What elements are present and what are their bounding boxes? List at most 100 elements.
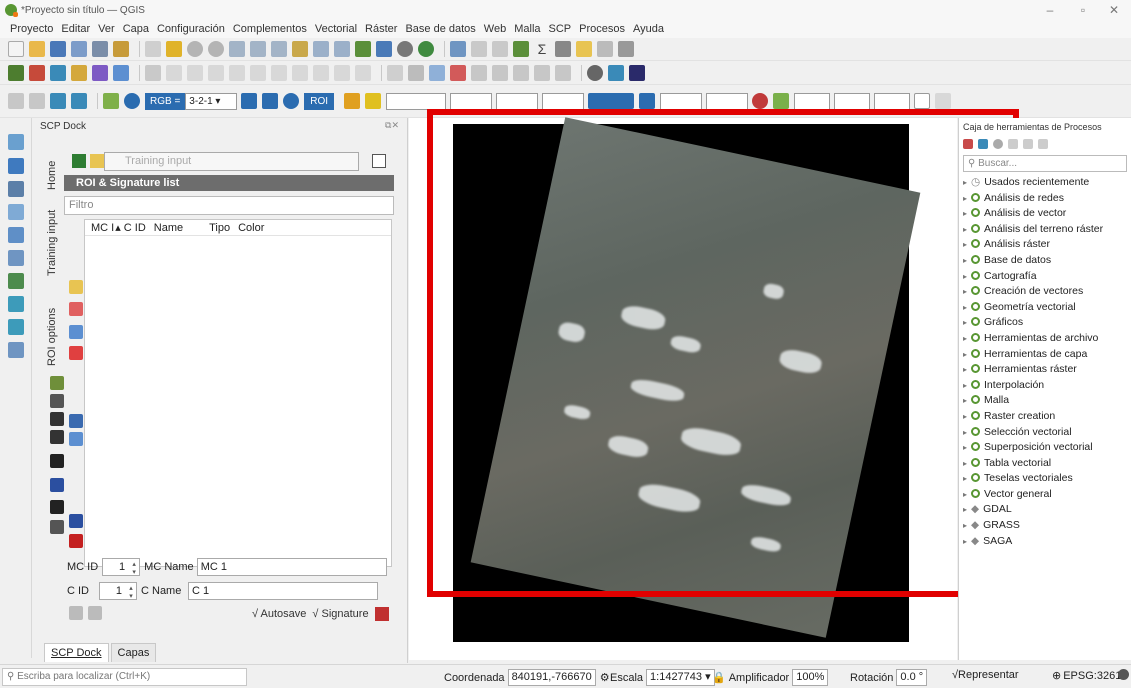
scp-redo-roi-icon[interactable] [365, 93, 382, 109]
add-spatialite-icon[interactable] [92, 64, 108, 81]
add-delimited-text-icon[interactable] [71, 64, 87, 81]
toolbox-item[interactable]: ▸ Base de datos [959, 253, 1131, 269]
scp-range-spinbox[interactable] [542, 92, 585, 110]
toolbox-item[interactable]: ▸ Cartografía [959, 269, 1131, 285]
processing-toolbox-icon[interactable] [513, 41, 529, 57]
map-tips-icon[interactable] [597, 41, 613, 57]
identify-icon[interactable] [450, 41, 466, 57]
toolbox-item[interactable]: ▸ ◷ Usados recientemente [959, 175, 1131, 191]
scp-redo-preview-icon[interactable] [639, 93, 656, 109]
zoom-selection-icon[interactable] [250, 41, 266, 57]
toolbox-item[interactable]: ▸ ◆ SAGA [959, 534, 1131, 550]
menu-complementos[interactable]: Complementos [233, 23, 307, 35]
roi-button[interactable]: ROI [304, 92, 335, 110]
temporal-controller-icon[interactable] [397, 41, 413, 57]
zoom-full-icon[interactable] [229, 41, 245, 57]
history-icon[interactable] [993, 139, 1003, 149]
raster-toolbar-icon[interactable] [71, 93, 87, 109]
add-raster-icon[interactable] [50, 64, 66, 81]
expand-arrow-icon[interactable]: ▸ [963, 396, 967, 405]
expand-arrow-icon[interactable]: ▸ [963, 240, 967, 249]
scp-stretch-icon[interactable] [241, 93, 258, 109]
tab-capas[interactable]: Capas [110, 643, 157, 662]
zoom-next-icon[interactable] [334, 41, 350, 57]
expand-arrow-icon[interactable]: ▸ [963, 350, 967, 359]
scp-classify-icon[interactable] [773, 93, 790, 109]
toolbox-search-input[interactable]: ⚲ Buscar... [963, 155, 1127, 172]
expand-arrow-icon[interactable]: ▸ [963, 272, 967, 281]
cut-features-icon[interactable] [271, 64, 287, 81]
calc-signature-icon[interactable] [69, 302, 83, 316]
expand-arrow-icon[interactable]: ▸ [963, 443, 967, 452]
redo-icon[interactable] [355, 64, 371, 81]
scripts-icon[interactable] [978, 139, 988, 149]
add-wms-layer-icon[interactable] [8, 273, 24, 289]
toolbox-item[interactable]: ▸ Creación de vectores [959, 284, 1131, 300]
show-hide-labels-icon[interactable] [534, 64, 550, 81]
scp-class3-spinbox[interactable] [874, 92, 911, 110]
undo-icon[interactable] [334, 64, 350, 81]
expand-arrow-icon[interactable]: ▸ [963, 287, 967, 296]
toolbox-item[interactable]: ▸ Interpolación [959, 378, 1131, 394]
help-contents-icon[interactable] [629, 64, 645, 81]
rgb-composite-select[interactable]: 3-2-1 ▾ [185, 92, 238, 110]
map-canvas[interactable] [409, 109, 1019, 660]
menu-vectorial[interactable]: Vectorial [315, 23, 357, 35]
col-mc-id[interactable]: MC I [91, 220, 114, 235]
layer-labeling-icon[interactable] [408, 64, 424, 81]
expand-arrow-icon[interactable]: ▸ [963, 412, 967, 421]
expand-arrow-icon[interactable]: ▸ [963, 334, 967, 343]
rotate-label-icon[interactable] [492, 64, 508, 81]
dock-close-icon[interactable]: ⧉✕ [385, 120, 399, 131]
menu-proyecto[interactable]: Proyecto [10, 23, 53, 35]
toggle-coordinate-icon[interactable]: ⚙ [600, 671, 610, 684]
results-icon[interactable] [1008, 139, 1018, 149]
tab-training-input[interactable]: Training input [46, 210, 58, 276]
roi-options-h-icon[interactable] [50, 520, 64, 534]
expand-arrow-icon[interactable]: ▸ [963, 365, 967, 374]
add-delimited-layer-icon[interactable] [8, 204, 24, 220]
scp-class2-spinbox[interactable] [834, 92, 871, 110]
expand-arrow-icon[interactable]: ▸ [963, 303, 967, 312]
scp-bandset-icon[interactable] [935, 93, 952, 109]
change-label-icon[interactable] [513, 64, 529, 81]
scp-run-icon[interactable] [914, 93, 931, 109]
menu-malla[interactable]: Malla [514, 23, 540, 35]
menu-ver[interactable]: Ver [98, 23, 115, 35]
autosave-checkbox[interactable]: √ Autosave [252, 608, 306, 620]
merge-roi-icon[interactable] [69, 280, 83, 294]
open-project-icon[interactable] [29, 41, 45, 57]
annotation-icon[interactable] [576, 41, 592, 57]
add-spatialite-layer-icon[interactable] [8, 227, 24, 243]
toolbox-item[interactable]: ▸ Malla [959, 393, 1131, 409]
paste-features-icon[interactable] [313, 64, 329, 81]
toolbox-item[interactable]: ▸ Gráficos [959, 315, 1131, 331]
add-virtual-layer-icon[interactable] [8, 250, 24, 266]
roi-signature-table[interactable]: MC I ▴ C ID Name Tipo Color [84, 219, 392, 567]
save-roi-icon[interactable] [88, 606, 102, 620]
col-c-id[interactable]: C ID [124, 220, 146, 235]
training-input-field[interactable]: Training input [104, 152, 359, 171]
roi-options-b-icon[interactable] [50, 394, 64, 408]
rotation-spinbox[interactable]: 0.0 ° [896, 669, 928, 686]
menu-procesos[interactable]: Procesos [579, 23, 625, 35]
print-layout-icon[interactable] [92, 41, 108, 57]
zoom-in-icon[interactable] [187, 41, 203, 57]
scale-combo[interactable]: 1:1427743 ▾ [646, 669, 715, 686]
python-console-icon[interactable] [608, 64, 624, 81]
field-calculator-icon[interactable] [492, 41, 508, 57]
expand-arrow-icon[interactable]: ▸ [963, 459, 967, 468]
pan-to-selection-icon[interactable] [166, 41, 182, 57]
export-roi-icon[interactable] [69, 534, 83, 548]
toolbox-item[interactable]: ▸ Tabla vectorial [959, 456, 1131, 472]
models-icon[interactable] [963, 139, 973, 149]
undo-roi-icon[interactable] [69, 606, 83, 620]
toolbox-item[interactable]: ▸ Superposición vectorial [959, 440, 1131, 456]
signature-checkbox[interactable]: √ Signature [312, 608, 368, 620]
new-map-view-icon[interactable] [355, 41, 371, 57]
toolbox-item[interactable]: ▸ ◆ GRASS [959, 518, 1131, 534]
filter-input[interactable]: Filtro [64, 196, 394, 215]
mc-name-input[interactable]: MC 1 [196, 558, 387, 576]
scp-create-roi-icon[interactable] [344, 93, 361, 109]
zoom-last-icon[interactable] [313, 41, 329, 57]
